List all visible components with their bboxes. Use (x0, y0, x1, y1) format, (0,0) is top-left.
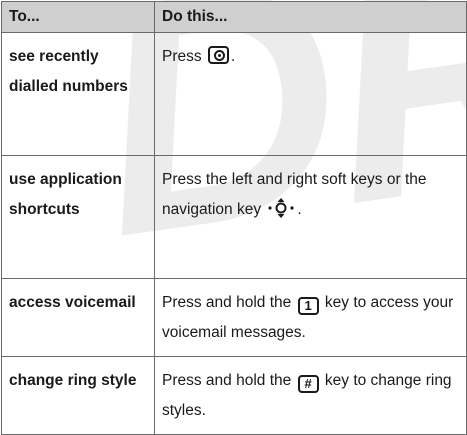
instruction-text-end: . (297, 201, 302, 218)
header-do-this: Do this... (154, 1, 467, 33)
instruction-text: Press (162, 48, 202, 65)
table-row: change ring style Press and hold the # k… (1, 356, 467, 435)
row-action: see recently dialled numbers (1, 32, 155, 156)
instruction-text: Press and hold the (162, 294, 292, 311)
table-row: use application shortcuts Press the left… (1, 155, 467, 279)
instruction-text-end: . (230, 48, 236, 65)
row-action: access voicemail (1, 278, 155, 357)
instruction-text: Press and hold the (162, 372, 292, 389)
table-header-row: To... Do this... (1, 1, 467, 33)
table-row: see recently dialled numbers Press . (1, 32, 467, 156)
navigation-key-icon (268, 198, 295, 218)
one-key-icon: 1 (297, 297, 319, 315)
row-action: change ring style (1, 356, 155, 435)
instructions-table: To... Do this... see recently dialled nu… (1, 1, 467, 435)
header-to: To... (1, 1, 155, 33)
row-instruction: Press and hold the # key to change ring … (154, 356, 467, 435)
table-row: access voicemail Press and hold the 1 ke… (1, 278, 467, 357)
hash-key-icon: # (297, 375, 319, 393)
row-action: use application shortcuts (1, 155, 155, 279)
row-instruction: Press the left and right soft keys or th… (154, 155, 467, 279)
send-key-icon (207, 46, 229, 64)
row-instruction: Press . (154, 32, 467, 156)
row-instruction: Press and hold the 1 key to access your … (154, 278, 467, 357)
